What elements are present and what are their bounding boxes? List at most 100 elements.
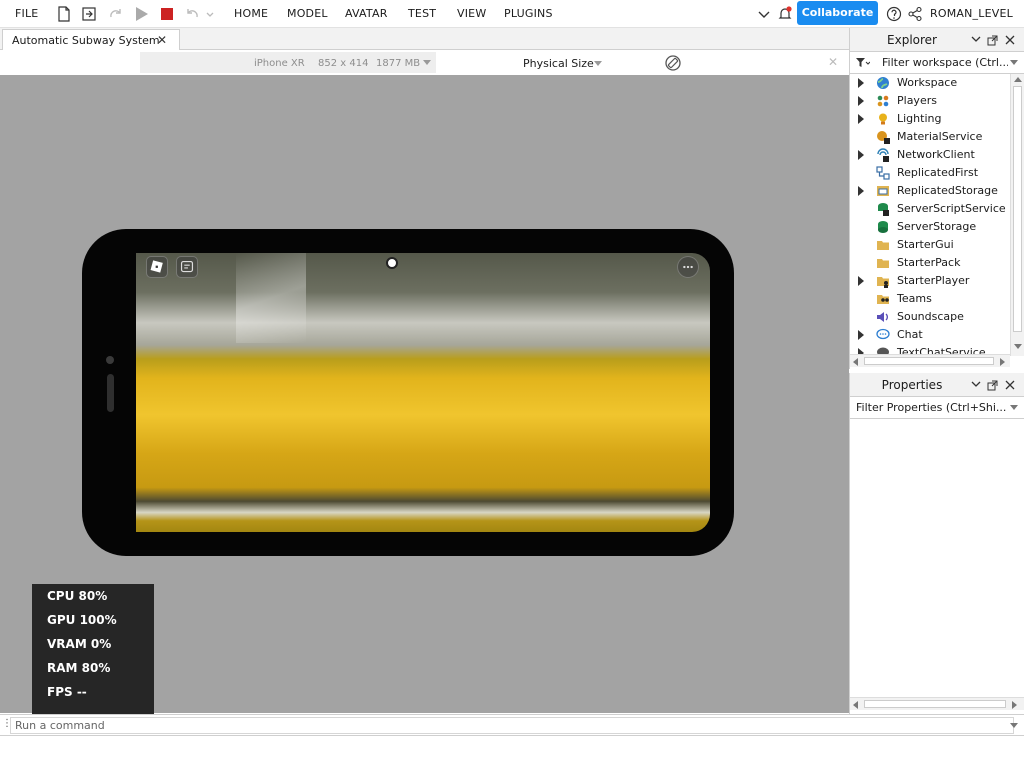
menu-model[interactable]: MODEL: [287, 7, 328, 20]
tree-item-starterplayer[interactable]: StarterPlayer: [850, 272, 1010, 290]
explorer-vertical-scrollbar[interactable]: [1010, 74, 1024, 356]
properties-horizontal-scrollbar[interactable]: [850, 697, 1024, 710]
game-screen[interactable]: [136, 253, 710, 532]
close-icon[interactable]: ✕: [828, 55, 838, 69]
menu-plugins[interactable]: PLUGINS: [504, 7, 553, 20]
cpu-stat: CPU 80%: [47, 589, 108, 603]
new-file-icon[interactable]: [56, 6, 72, 22]
explorer-filter[interactable]: Filter workspace (Ctrl...: [850, 52, 1024, 74]
players-icon: [876, 94, 890, 108]
close-icon[interactable]: ✕: [157, 33, 167, 47]
chevron-down-icon[interactable]: [1010, 405, 1018, 411]
play-icon[interactable]: [133, 6, 149, 22]
username-label[interactable]: ROMAN_LEVEL: [930, 7, 1013, 20]
expand-arrow-icon[interactable]: [858, 186, 864, 196]
tree-item-players[interactable]: Players: [850, 92, 1010, 110]
tree-item-lighting[interactable]: Lighting: [850, 110, 1010, 128]
undo-icon[interactable]: [184, 6, 200, 22]
tree-item-replicatedstorage[interactable]: ReplicatedStorage: [850, 182, 1010, 200]
expand-arrow-icon[interactable]: [858, 150, 864, 160]
command-input[interactable]: Run a command: [10, 717, 1014, 734]
chat-icon: [876, 328, 890, 342]
tree-item-workspace[interactable]: Workspace: [850, 74, 1010, 92]
collaborate-button[interactable]: Collaborate: [797, 1, 878, 25]
properties-panel: Properties Filter Properties (Ctrl+Shi..…: [849, 373, 1024, 714]
rotate-device-icon[interactable]: [664, 54, 682, 72]
scroll-left-icon[interactable]: [853, 701, 859, 709]
expand-arrow-icon[interactable]: [858, 276, 864, 286]
network-icon: [876, 148, 890, 162]
redo-icon[interactable]: [108, 6, 124, 22]
help-icon[interactable]: [886, 6, 902, 22]
vram-stat: VRAM 0%: [47, 637, 112, 651]
scroll-down-icon[interactable]: [1014, 344, 1022, 350]
tree-item-networkclient[interactable]: NetworkClient: [850, 146, 1010, 164]
expand-arrow-icon[interactable]: [858, 78, 864, 88]
top-menu-bar: FILE HOME MODEL AVATAR TEST VIEW PLUGINS…: [0, 0, 1024, 28]
device-selector[interactable]: iPhone XR 852 x 414 1877 MB: [140, 52, 436, 73]
tree-item-teams[interactable]: Teams: [850, 290, 1010, 308]
undock-icon[interactable]: [987, 380, 998, 391]
menu-home[interactable]: HOME: [234, 7, 268, 20]
explorer-tree: Workspace Players Lighting MaterialServi…: [850, 74, 1010, 356]
tree-item-replicatedfirst[interactable]: ReplicatedFirst: [850, 164, 1010, 182]
tree-item-starterpack[interactable]: StarterPack: [850, 254, 1010, 272]
chevron-down-icon[interactable]: [1010, 723, 1018, 729]
share-icon[interactable]: [907, 6, 923, 22]
chevron-down-icon[interactable]: [971, 381, 981, 389]
tree-item-soundscape[interactable]: Soundscape: [850, 308, 1010, 326]
close-icon[interactable]: [1005, 380, 1015, 390]
chevron-down-icon[interactable]: [205, 6, 215, 22]
properties-filter[interactable]: Filter Properties (Ctrl+Shi...: [850, 397, 1024, 419]
scroll-up-icon[interactable]: [1014, 77, 1022, 83]
scrollbar-thumb[interactable]: [1013, 86, 1022, 332]
tree-item-startergui[interactable]: StarterGui: [850, 236, 1010, 254]
scrollbar-thumb[interactable]: [864, 700, 1006, 708]
server-storage-icon: [876, 220, 890, 234]
tree-item-serverscriptservice[interactable]: ServerScriptService: [850, 200, 1010, 218]
sound-icon: [876, 310, 890, 324]
tab-automatic-subway-system[interactable]: Automatic Subway System ✕: [2, 29, 180, 50]
explorer-panel: Explorer Filter workspace (Ctrl... Works…: [849, 28, 1024, 369]
folder-icon: [876, 238, 890, 252]
menu-test[interactable]: TEST: [408, 7, 436, 20]
replicated-storage-icon: [876, 184, 890, 198]
chevron-down-icon: [423, 60, 431, 65]
tree-item-chat[interactable]: Chat: [850, 326, 1010, 344]
explorer-horizontal-scrollbar[interactable]: [850, 354, 1010, 367]
explorer-filter-input[interactable]: Filter workspace (Ctrl...: [882, 56, 1008, 69]
stop-icon[interactable]: [159, 6, 175, 22]
folder-icon: [876, 256, 890, 270]
scroll-right-icon[interactable]: [1000, 358, 1006, 366]
teams-icon: [876, 292, 890, 306]
scroll-left-icon[interactable]: [853, 358, 859, 366]
close-icon[interactable]: [1005, 35, 1015, 45]
expand-arrow-icon[interactable]: [858, 96, 864, 106]
properties-filter-input[interactable]: Filter Properties (Ctrl+Shi...: [856, 401, 1006, 414]
menu-avatar[interactable]: AVATAR: [345, 7, 388, 20]
roblox-menu-icon[interactable]: [146, 256, 168, 278]
menu-file[interactable]: FILE: [15, 7, 38, 20]
chat-toggle-icon[interactable]: [176, 256, 198, 278]
bell-icon[interactable]: [777, 6, 793, 22]
device-name: iPhone XR: [254, 58, 305, 69]
tree-item-materialservice[interactable]: MaterialService: [850, 128, 1010, 146]
import-icon[interactable]: [81, 6, 97, 22]
expand-arrow-icon[interactable]: [858, 330, 864, 340]
scrollbar-thumb[interactable]: [864, 357, 994, 365]
folder-icon: [876, 274, 890, 288]
chevron-down-icon[interactable]: [1010, 60, 1018, 66]
more-options-icon[interactable]: [677, 256, 699, 278]
scroll-right-icon[interactable]: [1012, 701, 1018, 709]
expand-arrow-icon[interactable]: [858, 114, 864, 124]
phone-notch: [107, 374, 114, 412]
menu-view[interactable]: VIEW: [457, 7, 486, 20]
chevron-down-icon[interactable]: [971, 36, 981, 44]
tree-item-serverstorage[interactable]: ServerStorage: [850, 218, 1010, 236]
gpu-stat: GPU 100%: [47, 613, 117, 627]
heart-chevron-icon[interactable]: [756, 6, 772, 22]
properties-title: Properties: [881, 378, 943, 392]
undock-icon[interactable]: [987, 35, 998, 46]
size-mode-selector[interactable]: Physical Size: [523, 57, 594, 70]
chevron-down-icon[interactable]: [594, 61, 602, 67]
